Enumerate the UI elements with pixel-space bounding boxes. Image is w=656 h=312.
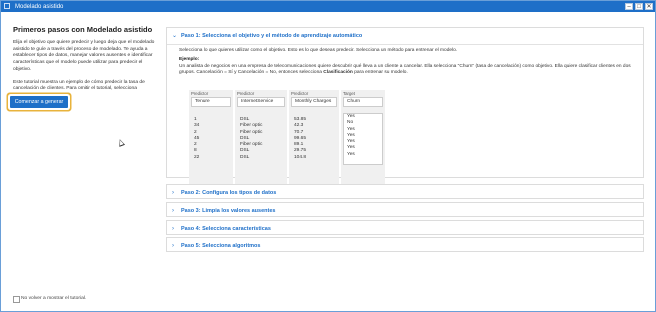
step-1-label: Paso 1: Selecciona el objetivo y el méto… (181, 33, 363, 39)
step-2-header[interactable]: › Paso 2: Configura los tipos de datos (167, 185, 643, 200)
chevron-right-icon: › (172, 207, 174, 214)
intro-title: Primeros pasos con Modelado asistido (13, 25, 153, 34)
step-4-section[interactable]: › Paso 4: Selecciona características (166, 220, 644, 235)
app-icon (4, 3, 10, 9)
step-3-label: Paso 3: Limpia los valores ausentes (181, 207, 276, 214)
table-cell: 22 (194, 154, 200, 160)
table-cell: 104.8 (294, 154, 307, 160)
minimize-button[interactable]: – (625, 3, 633, 10)
column-cells: DSL Fiber optic Fiber optic DSL Fiber op… (237, 117, 285, 162)
chevron-right-icon: › (172, 189, 174, 196)
step-5-header[interactable]: › Paso 5: Selecciona algoritmos (167, 238, 643, 253)
intro-panel: Primeros pasos con Modelado asistido Eli… (13, 25, 155, 100)
step-3-section[interactable]: › Paso 3: Limpia los valores ausentes (166, 202, 644, 217)
column-header: Tenure (191, 97, 231, 107)
title-bar: Modelado asistido – □ ✕ (1, 1, 655, 12)
start-building-button[interactable]: Comenzar a generar (10, 96, 68, 108)
tutorial-prefix: Este tutorial muestra un ejemplo de cómo… (13, 79, 145, 92)
close-button[interactable]: ✕ (645, 3, 653, 10)
column-header: InternetService (237, 97, 285, 107)
column-cells: 1 34 2 45 2 8 22 (191, 117, 231, 162)
window-title: Modelado asistido (15, 3, 64, 10)
example-suffix: para entrenar su modelo. (352, 69, 408, 75)
step-1-intro: Selecciona lo que quieres utilizar como … (179, 48, 458, 53)
maximize-button[interactable]: □ (635, 3, 643, 10)
column-header: Monthly Charges (291, 97, 337, 107)
step-4-label: Paso 4: Selecciona características (181, 225, 271, 232)
column-group-label: Predictor (191, 91, 209, 96)
table-cell: DSL (240, 154, 250, 160)
step-1-section: ⌄ Paso 1: Selecciona el objetivo y el mé… (166, 27, 644, 190)
column-group-label: Target (343, 91, 355, 96)
example-text: Un analista de negocios en una empresa d… (179, 64, 639, 77)
dont-show-checkbox[interactable] (13, 296, 20, 303)
example-bold: Clasificación (323, 69, 353, 75)
column-group-label: Predictor (291, 91, 309, 96)
table-column: Predictor InternetService DSL Fiber opti… (235, 90, 287, 190)
table-column: Predictor Monthly Charges 53.85 42.3 70.… (289, 90, 339, 190)
step-2-label: Paso 2: Configura los tipos de datos (181, 189, 277, 196)
intro-text: Elija el objetivo que quiere predecir y … (13, 40, 155, 72)
step-1-body: Selecciona lo que quieres utilizar como … (179, 48, 639, 76)
dont-show-label: No volver a mostrar el tutorial. (21, 296, 87, 301)
step-2-section[interactable]: › Paso 2: Configura los tipos de datos (166, 184, 644, 199)
mouse-cursor-icon (116, 138, 126, 147)
column-group-label: Predictor (237, 91, 255, 96)
chevron-right-icon: › (172, 225, 174, 232)
column-cells: Yes No Yes Yes Yes Yes Yes (343, 113, 383, 165)
chevron-right-icon: › (172, 242, 174, 249)
step-1-header[interactable]: ⌄ Paso 1: Selecciona el objetivo y el mé… (167, 28, 643, 45)
example-table: Predictor Tenure 1 34 2 45 2 8 22 Predic… (189, 90, 399, 190)
step-3-header[interactable]: › Paso 3: Limpia los valores ausentes (167, 203, 643, 218)
table-column-target: Target Churn Yes No Yes Yes Yes Yes Yes (341, 90, 385, 190)
table-cell: Yes (347, 151, 355, 157)
table-column: Predictor Tenure 1 34 2 45 2 8 22 (189, 90, 233, 190)
column-header: Churn (343, 97, 383, 107)
column-cells: 53.85 42.3 70.7 99.65 89.1 29.75 104.8 (291, 117, 337, 162)
chevron-down-icon: ⌄ (172, 33, 178, 39)
app-window: Modelado asistido – □ ✕ Primeros pasos c… (0, 0, 656, 312)
step-5-section[interactable]: › Paso 5: Selecciona algoritmos (166, 237, 644, 252)
step-4-header[interactable]: › Paso 4: Selecciona características (167, 221, 643, 236)
step-5-label: Paso 5: Selecciona algoritmos (181, 242, 261, 249)
